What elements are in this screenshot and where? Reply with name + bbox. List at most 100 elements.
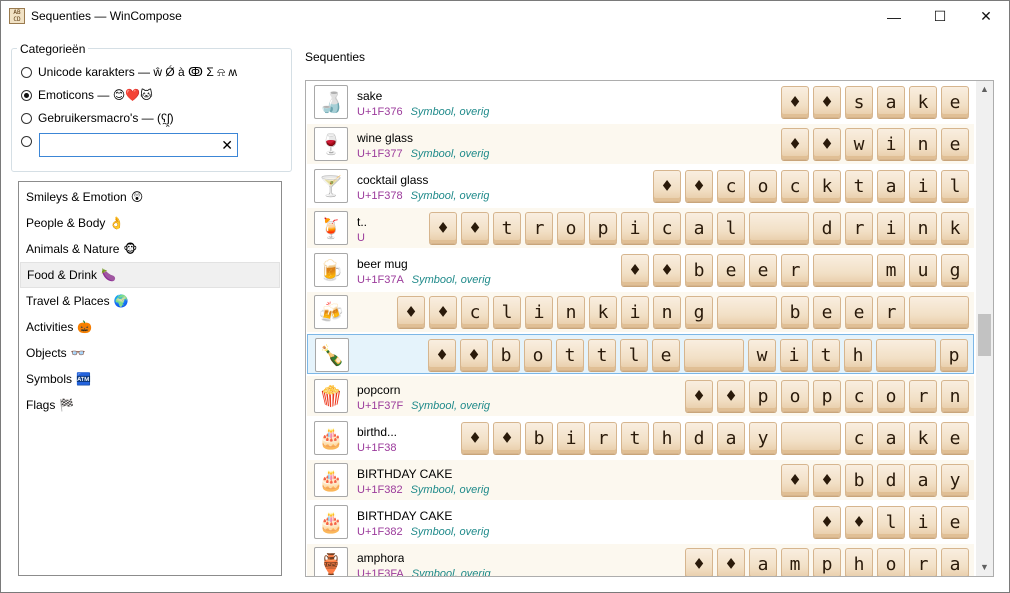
subcategory-item[interactable]: Activities 🎃: [20, 314, 280, 340]
sequence-row[interactable]: 🍿 popcorn U+1F37F Symbool, overig ♦ ♦ p o p c o r n: [307, 376, 974, 416]
subcategory-label: People & Body: [26, 216, 106, 230]
letter-key: e: [941, 422, 969, 454]
scroll-down-icon[interactable]: ▼: [976, 559, 993, 576]
sequence-row[interactable]: 🍸 cocktail glass U+1F378 Symbool, overig ♦ ♦ c…: [307, 166, 974, 206]
letter-key: o: [877, 548, 905, 576]
app-icon: AB CD: [9, 8, 25, 24]
subcategory-item[interactable]: Food & Drink 🍆: [20, 262, 280, 288]
vertical-scrollbar[interactable]: ▲ ▼: [976, 81, 993, 576]
sequence-row[interactable]: 🏺 amphora U+1F3FA Symbool, overig ♦ ♦ a m p h o r a: [307, 544, 974, 577]
compose-key: ♦: [813, 128, 841, 160]
sequence-list[interactable]: 🍶 sake U+1F376 Symbool, overig ♦ ♦ s a k e 🍷 wine g…: [305, 80, 994, 577]
compose-key: ♦: [717, 548, 745, 576]
letter-key: o: [557, 212, 585, 244]
radio-button[interactable]: [21, 112, 32, 124]
letter-key: b: [845, 464, 873, 496]
letter-key: t: [493, 212, 521, 244]
scroll-up-icon[interactable]: ▲: [976, 81, 993, 98]
compose-key: ♦: [781, 464, 809, 496]
radio-button[interactable]: [21, 66, 32, 78]
sequence-code-line: U+1F376 Symbool, overig: [357, 106, 489, 118]
maximize-button[interactable]: ☐: [917, 1, 963, 32]
key-sequence: ♦ ♦ c l i n k i n g beer: [397, 296, 969, 328]
search-field[interactable]: ✕: [39, 133, 238, 157]
compose-key: ♦: [429, 296, 457, 328]
sequence-codepoint: U+1F376: [357, 106, 403, 118]
sequence-row[interactable]: 🍹 t.. U ♦ ♦ t r o p i c a l drink: [307, 208, 974, 248]
compose-key: ♦: [653, 254, 681, 286]
sequence-code-line: U+1F382 Symbool, overig: [357, 526, 489, 538]
subcategory-label: Objects: [26, 346, 67, 360]
search-input[interactable]: [44, 135, 218, 157]
subcategory-item[interactable]: Animals & Nature 🐵: [20, 236, 280, 262]
compose-key: ♦: [717, 380, 745, 412]
close-icon[interactable]: ✕: [221, 136, 233, 154]
letter-key: k: [813, 170, 841, 202]
sequence-category: Symbool, overig: [411, 274, 491, 286]
letter-key: d: [685, 422, 713, 454]
sequence-category: Symbool, overig: [411, 400, 491, 412]
letter-key: p: [940, 339, 968, 371]
sequence-row[interactable]: 🎂 BIRTHDAY CAKE U+1F382 Symbool, overig ♦ ♦ b d…: [307, 460, 974, 500]
radio-button[interactable]: [21, 89, 32, 101]
sequence-row[interactable]: 🍷 wine glass U+1F377 Symbool, overig ♦ ♦ w i n e: [307, 124, 974, 164]
letter-key: e: [652, 339, 680, 371]
sequence-row[interactable]: 🎂 birthd... U+1F38 ♦ ♦ b i r t h d a y cake: [307, 418, 974, 458]
radio-user-macros[interactable]: Gebruikersmacro's — (ʕ̯ʃ̯): [21, 109, 174, 127]
space-key: [749, 212, 809, 244]
subcategory-emoji-icon: 👓: [70, 346, 86, 360]
space-key: [876, 339, 936, 371]
letter-key: c: [653, 212, 681, 244]
sequence-row[interactable]: 🍺 beer mug U+1F37A Symbool, overig ♦ ♦ b e e r mu…: [307, 250, 974, 290]
letter-key: r: [909, 548, 937, 576]
sequence-row[interactable]: 🍻 ♦ ♦ c l i n k i n g beer: [307, 292, 974, 332]
radio-custom[interactable]: [21, 132, 38, 150]
letter-key: a: [941, 548, 969, 576]
radio-button[interactable]: [21, 135, 32, 147]
subcategory-label: Smileys & Emotion: [26, 190, 127, 204]
sequence-codepoint: U+1F378: [357, 190, 403, 202]
subcategory-item[interactable]: Travel & Places 🌍: [20, 288, 280, 314]
radio-emoticons[interactable]: Emoticons — 😊❤️🐱: [21, 86, 153, 104]
letter-key: e: [845, 296, 873, 328]
letter-key: a: [877, 86, 905, 118]
compose-key: ♦: [781, 128, 809, 160]
compose-key: ♦: [845, 506, 873, 538]
scrollbar-thumb[interactable]: [978, 314, 991, 356]
sequence-row[interactable]: 🍾 ♦ ♦ b o t t l e with p: [307, 334, 974, 374]
radio-unicode[interactable]: Unicode karakters — ŵ Ǿ à ↂ Σ ⍾ ʍ: [21, 63, 237, 81]
letter-key: b: [492, 339, 520, 371]
compose-key: ♦: [460, 339, 488, 371]
emoji-icon: 🍻: [314, 295, 348, 329]
letter-key: r: [781, 254, 809, 286]
close-button[interactable]: ✕: [963, 1, 1009, 32]
letter-key: r: [525, 212, 553, 244]
sequence-codepoint: U+1F3FA: [357, 568, 404, 577]
letter-key: i: [557, 422, 585, 454]
letter-key: e: [813, 296, 841, 328]
title-bar[interactable]: AB CD Sequenties — WinCompose — ☐ ✕: [1, 1, 1009, 32]
key-sequence: ♦ ♦ c o c k t a i l: [653, 170, 969, 202]
subcategory-item[interactable]: People & Body 👌: [20, 210, 280, 236]
sequence-row[interactable]: 🎂 BIRTHDAY CAKE U+1F382 Symbool, overig ♦ ♦ l i…: [307, 502, 974, 542]
subcategory-item[interactable]: Objects 👓: [20, 340, 280, 366]
sequence-codepoint: U+1F377: [357, 148, 403, 160]
sequence-row[interactable]: 🍶 sake U+1F376 Symbool, overig ♦ ♦ s a k e: [307, 82, 974, 122]
compose-key: ♦: [813, 86, 841, 118]
letter-key: a: [909, 464, 937, 496]
compose-key: ♦: [813, 506, 841, 538]
letter-key: d: [877, 464, 905, 496]
subcategory-item[interactable]: Smileys & Emotion 😲: [20, 184, 280, 210]
letter-key: n: [909, 212, 937, 244]
letter-key: y: [749, 422, 777, 454]
minimize-button[interactable]: —: [871, 1, 917, 32]
subcategory-list[interactable]: Smileys & Emotion 😲 People & Body 👌 Animals …: [18, 181, 282, 576]
letter-key: r: [909, 380, 937, 412]
subcategory-item[interactable]: Flags 🏁: [20, 392, 280, 418]
emoji-icon: 🎂: [314, 463, 348, 497]
subcategory-item[interactable]: Symbols 🏧: [20, 366, 280, 392]
subcategory-emoji-icon: 🐵: [123, 242, 138, 256]
letter-key: b: [685, 254, 713, 286]
letter-key: t: [621, 422, 649, 454]
letter-key: y: [941, 464, 969, 496]
